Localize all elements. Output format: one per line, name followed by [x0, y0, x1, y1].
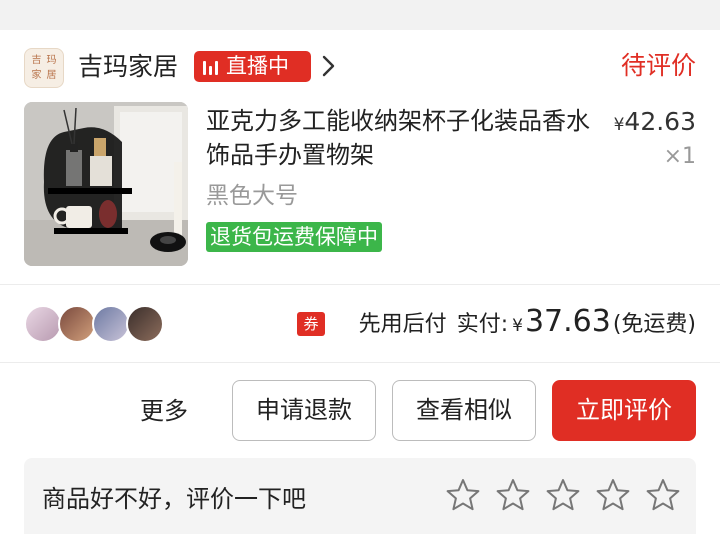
more-button[interactable]: 更多 [122, 388, 206, 434]
shop-logo-icon[interactable]: 吉 玛 家 居 [24, 48, 64, 88]
paid-amount: 37.63 [524, 304, 611, 339]
currency-symbol: ¥ [512, 316, 523, 336]
shop-logo-char: 家 [31, 70, 42, 81]
guarantee-badge[interactable]: 退货包运费保障中 [206, 222, 382, 252]
product-quantity: ×1 [663, 144, 696, 169]
live-bars-icon [203, 59, 218, 75]
pay-later-label: 先用后付 [358, 312, 447, 337]
review-prompt: 商品好不好，评价一下吧 [42, 485, 306, 513]
shop-logo-char: 玛 [46, 55, 57, 66]
product-image[interactable] [24, 102, 188, 266]
avatar [92, 305, 130, 343]
divider [0, 284, 720, 285]
star-outline-icon[interactable] [546, 478, 580, 512]
top-gap [0, 0, 720, 30]
review-now-button[interactable]: 立即评价 [552, 380, 696, 441]
product-photo [24, 102, 188, 266]
product-price-value: 42.63 [624, 107, 696, 136]
avatar [24, 305, 62, 343]
product-price: ¥42.63 [614, 105, 696, 142]
live-badge-label: 直播中 [226, 54, 289, 78]
refund-button[interactable]: 申请退款 [232, 380, 376, 441]
product-spec: 黑色大号 [206, 183, 298, 209]
order-status: 待评价 [620, 51, 696, 80]
shop-name[interactable]: 吉玛家居 [78, 50, 178, 84]
payment-summary: 先用后付 实付: ¥ 37.63 (免运费) [359, 304, 696, 342]
star-rating[interactable] [446, 478, 680, 512]
divider [0, 362, 720, 363]
shop-logo-char: 居 [46, 70, 57, 81]
paid-label: 实付: [456, 312, 509, 337]
view-similar-button[interactable]: 查看相似 [392, 380, 536, 441]
star-outline-icon[interactable] [646, 478, 680, 512]
review-prompt-box: 商品好不好，评价一下吧 [24, 458, 696, 534]
live-badge[interactable]: 直播中 [194, 51, 311, 82]
coupon-icon: 券 [297, 312, 325, 336]
chevron-right-icon[interactable] [318, 53, 340, 79]
star-outline-icon[interactable] [496, 478, 530, 512]
avatar [126, 305, 164, 343]
avatar [58, 305, 96, 343]
star-outline-icon[interactable] [596, 478, 630, 512]
shop-logo-char: 吉 [31, 55, 42, 66]
currency-symbol: ¥ [613, 115, 625, 135]
star-outline-icon[interactable] [446, 478, 480, 512]
product-title[interactable]: 亚克力多工能收纳架杯子化装品香水饰品手办置物架 [206, 104, 590, 172]
shipping-note: (免运费) [612, 312, 696, 337]
